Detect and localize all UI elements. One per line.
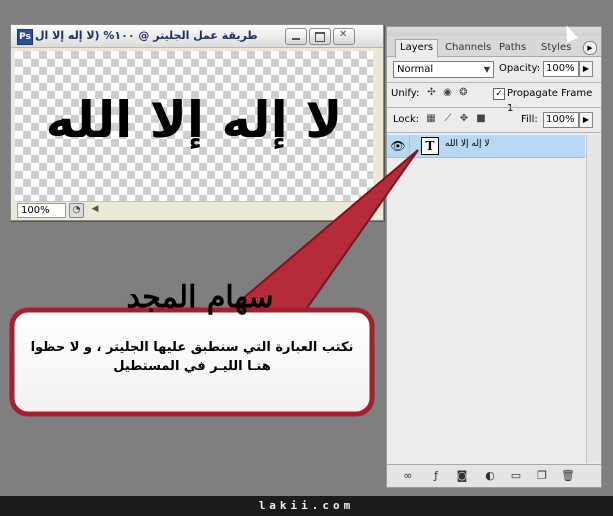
footer-bar: lakii.com bbox=[0, 496, 613, 516]
callout-text-line: هنـا الليـر في المستطيل bbox=[113, 359, 271, 374]
footer-site: lakii.com bbox=[258, 499, 355, 512]
callout-graphic bbox=[9, 149, 419, 417]
callout-heading: سهام المجد bbox=[126, 280, 274, 315]
callout-text-line: نكتب العبارة التي سنطبق عليها الجليتر ، … bbox=[30, 340, 354, 355]
callout-text: نكتب العبارة التي سنطبق عليها الجليتر ، … bbox=[22, 338, 362, 376]
